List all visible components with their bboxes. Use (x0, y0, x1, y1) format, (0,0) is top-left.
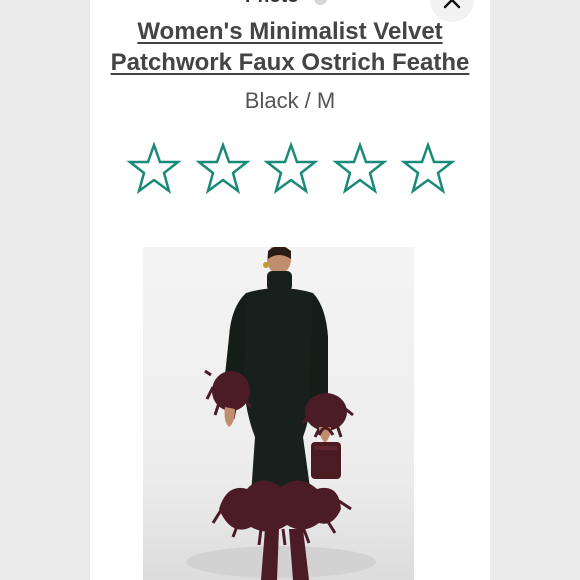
product-title[interactable]: Women's Minimalist Velvet Patchwork Faux… (90, 16, 490, 78)
review-sheet: Photo Women's Minimalist Velvet Patchwor… (90, 0, 490, 580)
product-title-line-1: Women's Minimalist Velvet (137, 18, 443, 45)
left-backdrop (0, 0, 90, 580)
product-variant: Black / M (244, 88, 336, 113)
star-icon-3[interactable] (263, 142, 319, 198)
header-label: Photo (245, 0, 299, 8)
star-icon-5[interactable] (400, 142, 456, 198)
product-photo (143, 247, 414, 580)
star-rating[interactable] (126, 142, 456, 200)
product-title-line-2: Patchwork Faux Ostrich Feathe (110, 49, 470, 76)
star-icon-1[interactable] (126, 142, 182, 198)
model-illustration (186, 247, 376, 580)
star-icon-2[interactable] (194, 142, 251, 198)
info-dot-icon[interactable] (314, 0, 327, 5)
star-icon-4[interactable] (331, 142, 388, 198)
close-icon (443, 0, 461, 9)
right-backdrop (490, 0, 580, 580)
